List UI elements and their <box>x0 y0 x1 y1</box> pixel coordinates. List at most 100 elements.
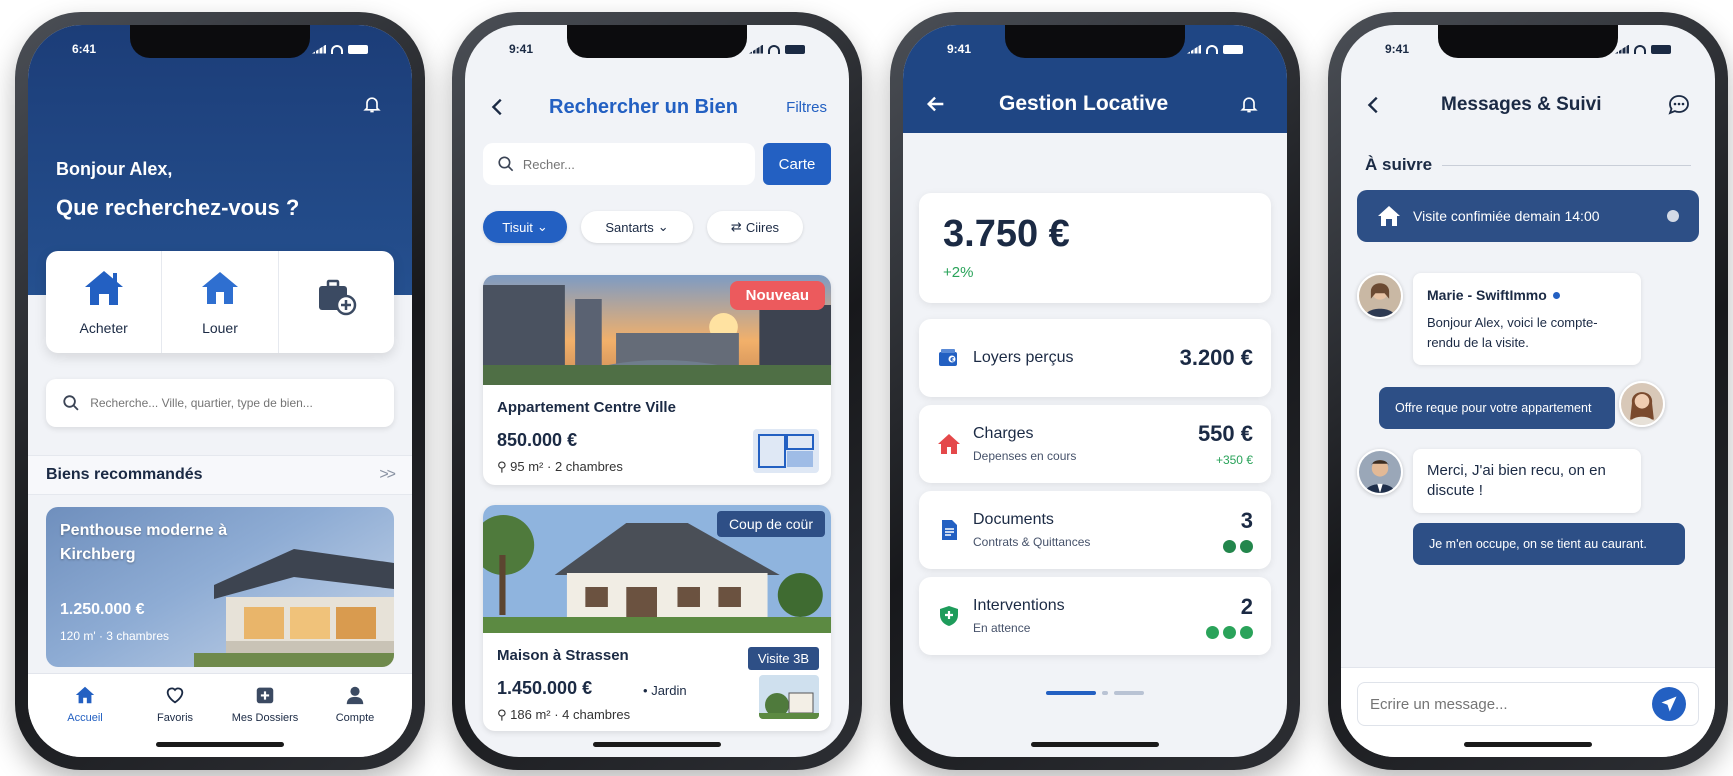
garden-thumbnail <box>759 675 819 719</box>
signal-icon <box>312 44 326 54</box>
chip-sort[interactable]: ⇄ Ciires <box>707 211 803 243</box>
status-bar: 9:41 <box>1341 39 1715 59</box>
tab-label: Accueil <box>67 712 103 724</box>
phone-home: 6:41 Bonjour Alex, Que recherchez-vous ?… <box>15 12 425 770</box>
action-dossier[interactable] <box>279 251 394 353</box>
search-input[interactable] <box>522 156 741 172</box>
row-sublabel: Depenses en cours <box>973 449 1077 463</box>
map-button[interactable]: Carte <box>763 143 831 185</box>
pager-dot-active <box>1046 691 1096 695</box>
home-indicator <box>156 742 284 747</box>
row-label: Charges <box>973 425 1034 442</box>
send-icon <box>1661 696 1677 712</box>
back-arrow-icon[interactable] <box>1363 94 1385 116</box>
visit-confirmation-banner[interactable]: Visite confimiée demain 14:00 <box>1357 190 1699 242</box>
filters-link[interactable]: Filtres <box>786 99 827 116</box>
bell-icon[interactable] <box>1239 93 1259 115</box>
home-search-bar[interactable] <box>46 379 394 427</box>
wifi-icon <box>331 44 343 54</box>
featured-property-card[interactable]: Penthouse moderne à Kirchberg 1.250.000 … <box>46 507 394 667</box>
message-in: Marie - SwiftImmo Bonjour Alex, voici le… <box>1413 273 1641 365</box>
featured-price: 1.250.000 € <box>60 601 145 618</box>
bell-icon[interactable] <box>362 93 382 115</box>
search-header: Rechercher un Bien Filtres <box>465 85 849 129</box>
row-rents[interactable]: € Loyers perçus 3.200 € <box>919 319 1271 397</box>
visit-badge: Visite 3B <box>747 647 819 670</box>
row-value: 3 <box>1240 507 1253 533</box>
status-dot <box>1206 625 1219 639</box>
signal-icon <box>1187 44 1201 54</box>
search-row: Carte <box>483 143 831 185</box>
status-time: 9:41 <box>1385 42 1410 56</box>
heart-icon <box>166 687 184 704</box>
swap-icon: ⇄ <box>730 219 742 234</box>
wifi-icon <box>768 44 780 54</box>
back-arrow-icon[interactable] <box>487 96 509 118</box>
avatar-user[interactable] <box>1619 381 1665 427</box>
bullet-icon: • <box>643 683 648 698</box>
greeting: Bonjour Alex, <box>56 159 173 179</box>
chat-bubble-icon[interactable] <box>1667 93 1691 117</box>
filter-chips: Tisuit ⌄ Santarts ⌄ ⇄ Ciires <box>483 211 831 243</box>
status-time: 9:41 <box>509 42 534 56</box>
search-screen: 9:41 Rechercher un Bien Filtres Carte Ti… <box>465 25 849 757</box>
page-title: Rechercher un Bien <box>549 95 738 118</box>
tab-label: Compte <box>335 712 375 724</box>
status-bar: 9:41 <box>903 39 1287 59</box>
action-rent[interactable]: Louer <box>162 251 279 353</box>
battery-icon <box>1223 44 1243 54</box>
row-interventions[interactable]: Interventions En attence 2 <box>919 577 1271 655</box>
page-title: Messages & Suivi <box>1441 94 1602 115</box>
avatar-agent[interactable] <box>1357 449 1403 495</box>
home-search-input[interactable] <box>90 396 378 410</box>
action-rent-label: Louer <box>202 320 238 336</box>
question: Que recherchez-vous ? <box>56 195 300 220</box>
listing-card[interactable]: Nouveau Appartement Centre Ville 850.000… <box>483 275 831 485</box>
document-icon <box>942 520 957 540</box>
listing-card[interactable]: Coup de coür Maison à Strassen Visite 3B… <box>483 505 831 731</box>
recommended-header: Biens recommandés >> <box>28 455 412 495</box>
action-buy[interactable]: Acheter <box>46 251 163 353</box>
tab-account[interactable]: Compte <box>310 684 400 757</box>
row-value-delta: +350 € <box>1215 453 1253 467</box>
status-dot <box>1667 210 1679 222</box>
send-button[interactable] <box>1652 687 1686 721</box>
chip-type[interactable]: Tisuit ⌄ <box>483 211 567 243</box>
listing-name: Appartement Centre Ville <box>497 399 676 416</box>
chevron-down-icon: ⌄ <box>536 219 548 234</box>
page-title: Gestion Locative <box>999 92 1169 115</box>
tab-label: Favoris <box>156 712 194 724</box>
sender-name: Marie - SwiftImmo <box>1427 287 1547 303</box>
house-icon <box>75 686 95 704</box>
status-time: 9:41 <box>947 42 972 56</box>
see-more-link[interactable]: >> <box>379 466 396 484</box>
phone-messages: 9:41 Messages & Suivi À suivre Visite co… <box>1328 12 1728 770</box>
signal-icon <box>1615 44 1629 54</box>
row-label: Documents <box>973 511 1054 528</box>
home-indicator <box>1464 742 1592 747</box>
house-icon <box>1378 206 1400 226</box>
back-arrow-icon[interactable] <box>925 93 947 115</box>
wifi-icon <box>1634 44 1646 54</box>
status-dot <box>1223 539 1236 553</box>
avatar-marie[interactable] <box>1357 273 1403 319</box>
status-bar: 6:41 <box>28 39 412 59</box>
tab-home[interactable]: Accueil <box>40 684 130 757</box>
phone-search: 9:41 Rechercher un Bien Filtres Carte Ti… <box>452 12 862 770</box>
row-documents[interactable]: Documents Contrats & Quittances 3 <box>919 491 1271 569</box>
featured-meta: 120 m' · 3 chambres <box>60 629 170 643</box>
home-indicator <box>593 742 721 747</box>
battery-icon <box>785 44 805 54</box>
search-box[interactable] <box>483 143 755 185</box>
status-bar: 9:41 <box>465 39 849 59</box>
message-input[interactable] <box>1370 695 1652 713</box>
chevron-down-icon: ⌄ <box>657 219 669 234</box>
status-dot <box>1240 539 1253 553</box>
chip-filter[interactable]: Santarts ⌄ <box>581 211 693 243</box>
house-icon <box>938 434 960 454</box>
row-charges[interactable]: Charges Depenses en cours 550 € +350 € <box>919 405 1271 483</box>
search-icon <box>498 156 514 172</box>
folder-plus-icon <box>256 687 274 704</box>
row-sublabel: En attence <box>973 621 1031 635</box>
message-out: Je m'en occupe, on se tient au caurant. <box>1413 523 1685 565</box>
